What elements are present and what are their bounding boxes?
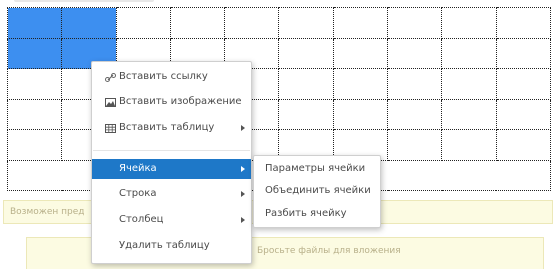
table-cell[interactable] <box>495 68 551 100</box>
submenu-item-label: Объединить ячейки <box>265 185 371 196</box>
submenu-arrow-icon <box>241 166 245 172</box>
table-cell-selected[interactable] <box>61 7 117 39</box>
table-cell[interactable] <box>441 98 497 130</box>
table-cell[interactable] <box>495 7 551 39</box>
image-icon <box>105 98 116 107</box>
upload-text: Бросьте файлы для вложения <box>257 246 401 256</box>
menu-item-insert-link[interactable]: Вставить ссылку <box>92 67 251 87</box>
table-cell[interactable] <box>495 129 551 161</box>
cell-submenu: Параметры ячейки Объединить ячейки Разби… <box>253 155 381 228</box>
menu-item-label: Столбец <box>119 214 164 225</box>
submenu-arrow-icon <box>241 191 245 197</box>
table-cell[interactable] <box>278 98 334 130</box>
menu-item-insert-image[interactable]: Вставить изображение <box>92 92 251 112</box>
submenu-item-cell-properties[interactable]: Параметры ячейки <box>254 159 380 179</box>
table-cell[interactable] <box>495 98 551 130</box>
table-cell[interactable] <box>387 37 443 69</box>
menu-item-label: Строка <box>119 188 157 199</box>
table-cell[interactable] <box>6 129 63 161</box>
table-cell[interactable] <box>495 37 551 69</box>
submenu-arrow-icon <box>241 125 245 131</box>
table-cell[interactable] <box>441 129 497 161</box>
table-cell[interactable] <box>278 68 334 100</box>
menu-divider <box>93 150 250 151</box>
table-cell[interactable] <box>224 7 280 39</box>
table-cell[interactable] <box>332 68 389 100</box>
submenu-arrow-icon <box>241 217 245 223</box>
menu-item-label: Вставить изображение <box>119 96 242 107</box>
menu-item-cell[interactable]: Ячейка <box>92 159 251 179</box>
submenu-item-label: Параметры ячейки <box>265 163 366 174</box>
submenu-item-label: Разбить ячейку <box>265 208 347 219</box>
menu-item-label: Вставить ссылку <box>119 71 208 82</box>
table-row <box>6 7 551 39</box>
top-strip <box>0 0 553 7</box>
menu-item-column[interactable]: Столбец <box>92 210 251 230</box>
table-cell[interactable] <box>6 98 63 130</box>
table-cell[interactable] <box>332 37 389 69</box>
menu-item-row[interactable]: Строка <box>92 184 251 204</box>
table-cell[interactable] <box>6 68 63 100</box>
table-row <box>6 98 551 130</box>
submenu-item-merge-cells[interactable]: Объединить ячейки <box>254 181 380 201</box>
hint-text: Возможен пред <box>10 207 85 217</box>
link-icon <box>105 73 116 82</box>
table-icon <box>105 124 116 133</box>
submenu-item-split-cell[interactable]: Разбить ячейку <box>254 204 380 224</box>
table-cell[interactable] <box>332 98 389 130</box>
table-cell[interactable] <box>441 7 497 39</box>
context-menu: Вставить ссылку Вставить изображение Вст… <box>91 61 252 264</box>
table-cell[interactable] <box>332 7 389 39</box>
menu-item-label: Удалить таблицу <box>119 240 210 251</box>
top-faint-text <box>14 0 154 2</box>
table-row <box>6 68 551 100</box>
table-cell-selected[interactable] <box>6 37 63 69</box>
menu-item-insert-table[interactable]: Вставить таблицу <box>92 118 251 138</box>
table-cell[interactable] <box>387 68 443 100</box>
table-cell-selected[interactable] <box>6 7 63 39</box>
table-cell[interactable] <box>278 37 334 69</box>
table-cell[interactable] <box>278 7 334 39</box>
menu-item-delete-table[interactable]: Удалить таблицу <box>92 236 251 256</box>
table-cell[interactable] <box>441 37 497 69</box>
table-cell[interactable] <box>115 7 171 39</box>
table-row <box>6 37 551 69</box>
table-cell[interactable] <box>441 68 497 100</box>
menu-item-label: Вставить таблицу <box>119 122 215 133</box>
menu-item-label: Ячейка <box>119 163 157 174</box>
table-cell[interactable] <box>387 98 443 130</box>
table-cell[interactable] <box>169 7 226 39</box>
table-cell[interactable] <box>387 7 443 39</box>
table-cell[interactable] <box>387 129 443 161</box>
